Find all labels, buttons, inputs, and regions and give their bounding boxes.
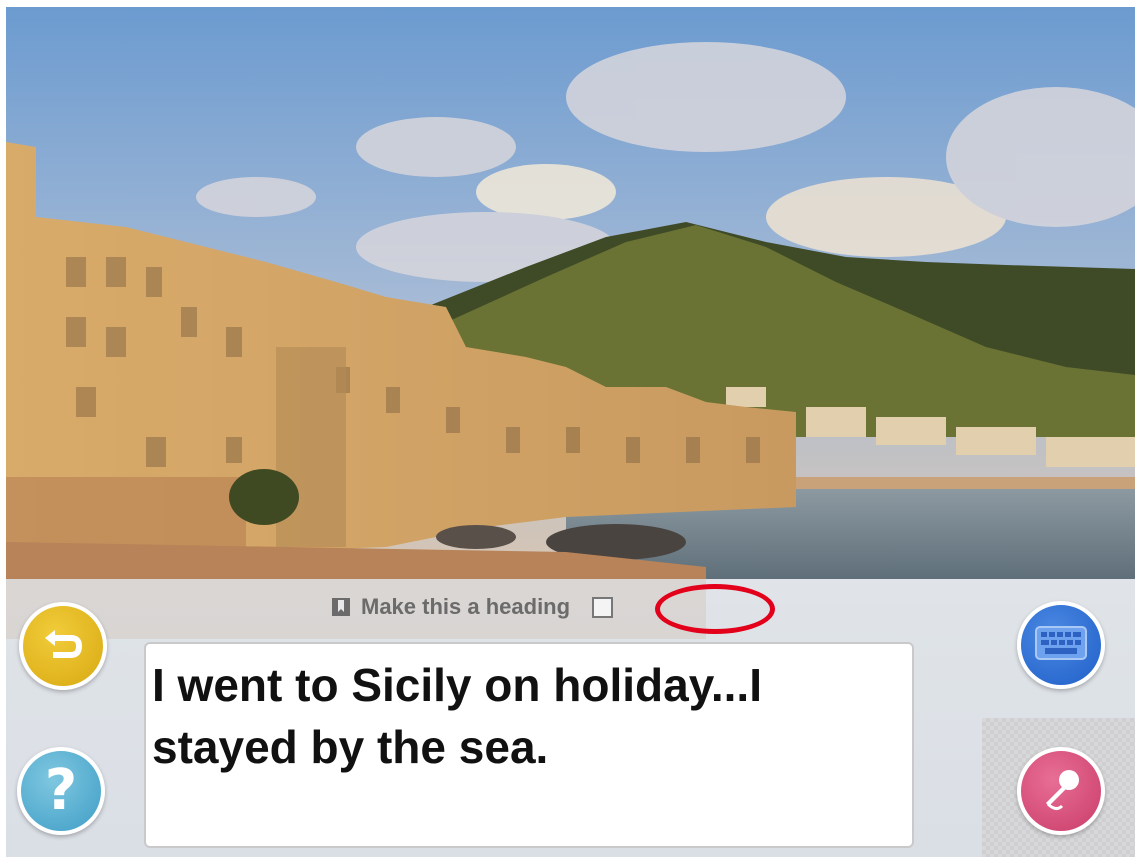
- heading-option: Make this a heading: [331, 592, 614, 622]
- microphone-button[interactable]: [1017, 747, 1105, 835]
- question-icon: ?: [44, 758, 78, 823]
- help-button[interactable]: ?: [17, 747, 105, 835]
- microphone-icon: [1036, 764, 1086, 819]
- heading-checkbox[interactable]: [592, 596, 614, 618]
- heading-label: Make this a heading: [361, 594, 571, 619]
- keyboard-button[interactable]: [1017, 601, 1105, 689]
- undo-arrow-icon: [41, 624, 85, 669]
- back-button[interactable]: [19, 602, 107, 690]
- keyboard-icon: [1035, 625, 1087, 665]
- background-photo: [6, 7, 1135, 579]
- text-editor[interactable]: I went to Sicily on holiday...I stayed b…: [144, 642, 914, 848]
- bookmark-icon: [331, 597, 351, 617]
